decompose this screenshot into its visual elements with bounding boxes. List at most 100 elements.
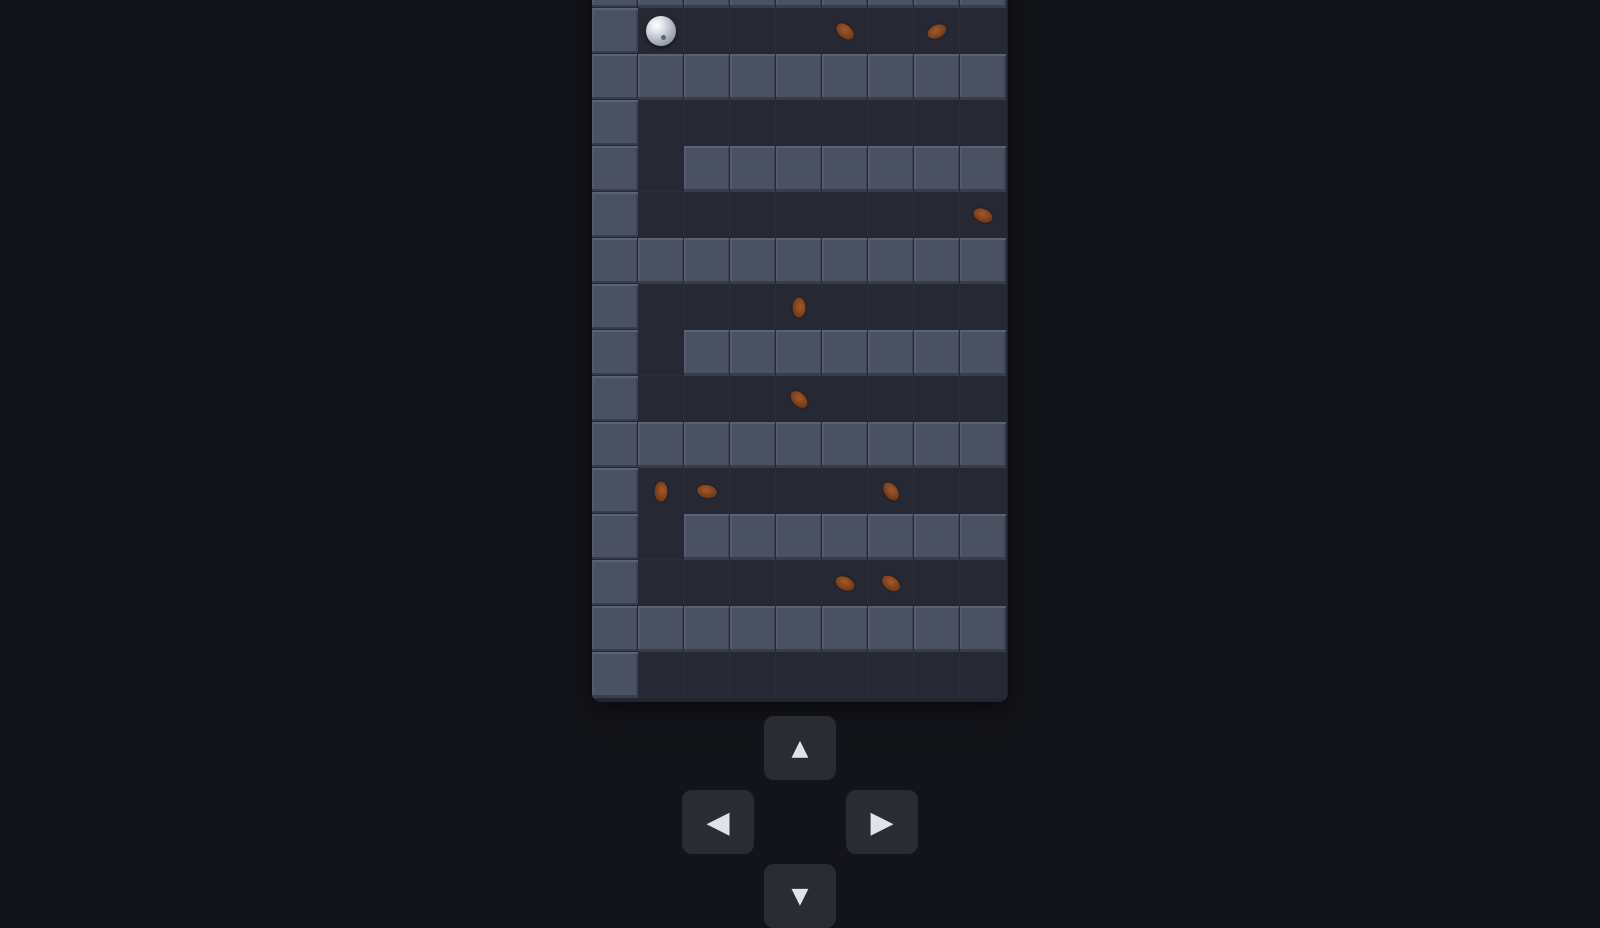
wall-tile	[960, 0, 1006, 8]
wall-tile	[684, 422, 730, 468]
player-ball	[646, 16, 676, 46]
wall-tile	[730, 54, 776, 100]
wall-tile	[776, 330, 822, 376]
floor-tile	[914, 652, 960, 698]
floor-tile	[638, 330, 684, 376]
floor-tile	[684, 192, 730, 238]
floor-tile	[960, 100, 1006, 146]
wall-tile	[638, 238, 684, 284]
wall-tile	[776, 514, 822, 560]
floor-tile	[638, 100, 684, 146]
wall-tile	[592, 100, 638, 146]
floor-tile	[822, 652, 868, 698]
floor-tile	[730, 8, 776, 54]
floor-tile	[822, 376, 868, 422]
wall-tile	[822, 422, 868, 468]
wall-tile	[730, 0, 776, 8]
wall-tile	[592, 0, 638, 8]
wall-tile	[960, 54, 1006, 100]
roach-enemy	[654, 481, 668, 501]
wall-tile	[914, 422, 960, 468]
wall-tile	[592, 54, 638, 100]
floor-tile	[730, 376, 776, 422]
floor-tile	[638, 376, 684, 422]
wall-tile	[822, 0, 868, 8]
wall-tile	[592, 422, 638, 468]
wall-tile	[684, 54, 730, 100]
floor-tile	[914, 284, 960, 330]
wall-tile	[638, 0, 684, 8]
floor-tile	[684, 376, 730, 422]
wall-tile	[868, 330, 914, 376]
floor-tile	[960, 652, 1006, 698]
wall-tile	[960, 606, 1006, 652]
up-button[interactable]: ▲	[764, 716, 836, 780]
right-button[interactable]: ▶	[846, 790, 918, 854]
wall-tile	[914, 606, 960, 652]
wall-tile	[592, 8, 638, 54]
floor-tile	[776, 652, 822, 698]
floor-tile	[730, 100, 776, 146]
wall-tile	[868, 238, 914, 284]
wall-tile	[730, 514, 776, 560]
floor-tile	[868, 376, 914, 422]
floor-tile	[914, 376, 960, 422]
wall-tile	[592, 238, 638, 284]
wall-tile	[868, 0, 914, 8]
wall-tile	[822, 514, 868, 560]
wall-tile	[592, 330, 638, 376]
wall-tile	[730, 606, 776, 652]
floor-tile	[960, 468, 1006, 514]
down-button[interactable]: ▼	[764, 864, 836, 928]
wall-tile	[776, 606, 822, 652]
floor-tile	[730, 284, 776, 330]
floor-tile	[822, 468, 868, 514]
wall-tile	[684, 0, 730, 8]
floor-tile	[822, 100, 868, 146]
wall-tile	[730, 422, 776, 468]
wall-tile	[592, 468, 638, 514]
wall-tile	[730, 146, 776, 192]
wall-tile	[684, 238, 730, 284]
floor-tile	[914, 100, 960, 146]
arrow-left-icon: ◀	[706, 804, 730, 840]
floor-tile	[638, 514, 684, 560]
floor-tile	[638, 560, 684, 606]
left-button[interactable]: ◀	[682, 790, 754, 854]
wall-tile	[822, 606, 868, 652]
wall-tile	[868, 146, 914, 192]
floor-tile	[730, 652, 776, 698]
floor-tile	[914, 192, 960, 238]
arrow-right-icon: ▶	[870, 804, 894, 840]
wall-tile	[684, 330, 730, 376]
wall-tile	[638, 422, 684, 468]
floor-tile	[868, 652, 914, 698]
floor-tile	[914, 560, 960, 606]
wall-tile	[776, 54, 822, 100]
arrow-down-icon: ▼	[791, 883, 809, 909]
wall-tile	[868, 514, 914, 560]
floor-tile	[730, 468, 776, 514]
wall-tile	[592, 376, 638, 422]
wall-tile	[776, 146, 822, 192]
wall-tile	[822, 330, 868, 376]
wall-tile	[960, 330, 1006, 376]
floor-tile	[638, 652, 684, 698]
wall-tile	[684, 514, 730, 560]
wall-tile	[638, 606, 684, 652]
wall-tile	[960, 146, 1006, 192]
wall-tile	[868, 54, 914, 100]
wall-tile	[822, 238, 868, 284]
wall-tile	[592, 192, 638, 238]
arrow-up-icon: ▲	[791, 735, 809, 761]
wall-tile	[822, 146, 868, 192]
floor-tile	[776, 560, 822, 606]
wall-tile	[914, 238, 960, 284]
wall-tile	[868, 606, 914, 652]
floor-tile	[684, 652, 730, 698]
floor-tile	[960, 8, 1006, 54]
wall-tile	[960, 422, 1006, 468]
floor-tile	[822, 284, 868, 330]
floor-tile	[638, 284, 684, 330]
floor-tile	[822, 192, 868, 238]
